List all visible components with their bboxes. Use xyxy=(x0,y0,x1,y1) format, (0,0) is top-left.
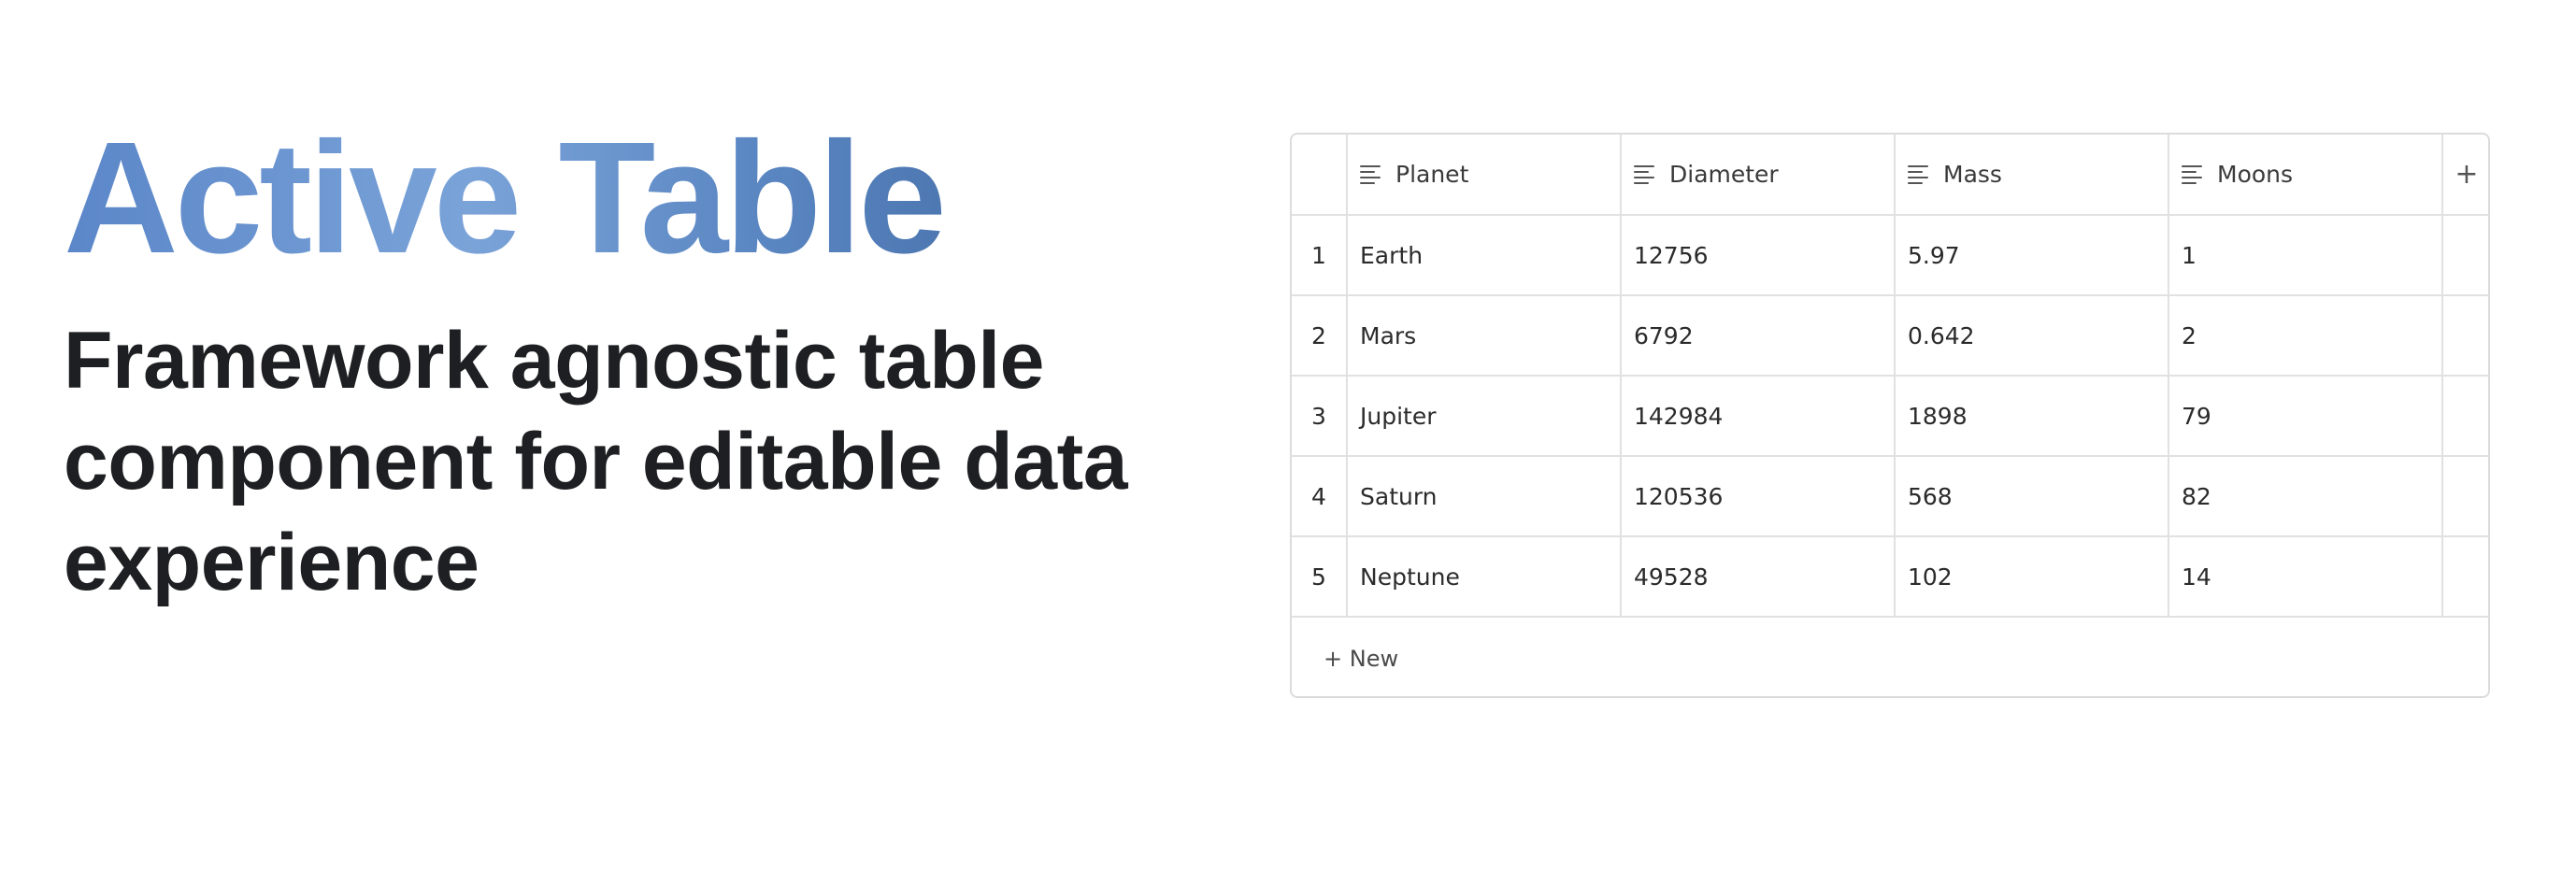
table-cell[interactable]: Saturn xyxy=(1347,456,1622,537)
column-header-label: Moons xyxy=(2217,161,2294,188)
table-cell[interactable]: 0.642 xyxy=(1895,295,2169,377)
index-header-cell xyxy=(1292,135,1348,216)
table-cell[interactable]: 79 xyxy=(2168,376,2443,457)
table-cell[interactable]: 14 xyxy=(2168,536,2443,618)
table-cell[interactable]: 82 xyxy=(2168,456,2443,537)
table-cell[interactable]: 5.97 xyxy=(1895,215,2169,296)
add-column-button[interactable]: + xyxy=(2442,135,2488,216)
table-row: 5 Neptune 49528 102 14 xyxy=(1292,536,2488,618)
table-cell[interactable]: 1 xyxy=(2168,215,2443,296)
table-row: 4 Saturn 120536 568 82 xyxy=(1292,456,2488,537)
text-lines-icon xyxy=(2182,164,2202,184)
table-row: 1 Earth 12756 5.97 1 xyxy=(1292,215,2488,296)
column-header-label: Planet xyxy=(1395,161,1469,188)
hero-section: Active Table Framework agnostic table co… xyxy=(64,105,1223,613)
active-table: Planet Diameter Mass Moons + 1 Earth 127… xyxy=(1290,133,2490,698)
table-cell[interactable]: 6792 xyxy=(1621,295,1896,377)
row-index: 5 xyxy=(1292,536,1348,618)
empty-cell xyxy=(2442,215,2488,296)
row-index: 4 xyxy=(1292,456,1348,537)
row-index: 1 xyxy=(1292,215,1348,296)
table-cell[interactable]: 1898 xyxy=(1895,376,2169,457)
table-cell[interactable]: 49528 xyxy=(1621,536,1896,618)
text-lines-icon xyxy=(1908,164,1928,184)
column-header-label: Diameter xyxy=(1669,161,1779,188)
text-lines-icon xyxy=(1360,164,1381,184)
empty-cell xyxy=(2442,536,2488,618)
table-row: 2 Mars 6792 0.642 2 xyxy=(1292,295,2488,377)
empty-cell xyxy=(2442,376,2488,457)
empty-cell xyxy=(2442,295,2488,377)
table-row: 3 Jupiter 142984 1898 79 xyxy=(1292,376,2488,457)
table-cell[interactable]: Jupiter xyxy=(1347,376,1622,457)
text-lines-icon xyxy=(1634,164,1654,184)
empty-cell xyxy=(2442,456,2488,537)
table-cell[interactable]: 120536 xyxy=(1621,456,1896,537)
page-subtitle: Framework agnostic table component for e… xyxy=(64,316,1128,607)
add-row-button[interactable]: + New xyxy=(1292,618,2488,696)
table-cell[interactable]: 12756 xyxy=(1621,215,1896,296)
table-cell[interactable]: 142984 xyxy=(1621,376,1896,457)
table-cell[interactable]: 568 xyxy=(1895,456,2169,537)
table-cell[interactable]: Neptune xyxy=(1347,536,1622,618)
column-header-mass[interactable]: Mass xyxy=(1895,135,2169,216)
header-row: Planet Diameter Mass Moons + xyxy=(1292,135,2488,216)
column-header-label: Mass xyxy=(1943,161,2002,188)
column-header-planet[interactable]: Planet xyxy=(1347,135,1622,216)
table-cell[interactable]: 2 xyxy=(2168,295,2443,377)
page-title: Active Table xyxy=(64,105,1223,292)
row-index: 2 xyxy=(1292,295,1348,377)
column-header-diameter[interactable]: Diameter xyxy=(1621,135,1896,216)
data-table: Planet Diameter Mass Moons + 1 Earth 127… xyxy=(1292,135,2488,618)
column-header-moons[interactable]: Moons xyxy=(2168,135,2443,216)
table-cell[interactable]: 102 xyxy=(1895,536,2169,618)
table-cell[interactable]: Mars xyxy=(1347,295,1622,377)
table-cell[interactable]: Earth xyxy=(1347,215,1622,296)
row-index: 3 xyxy=(1292,376,1348,457)
